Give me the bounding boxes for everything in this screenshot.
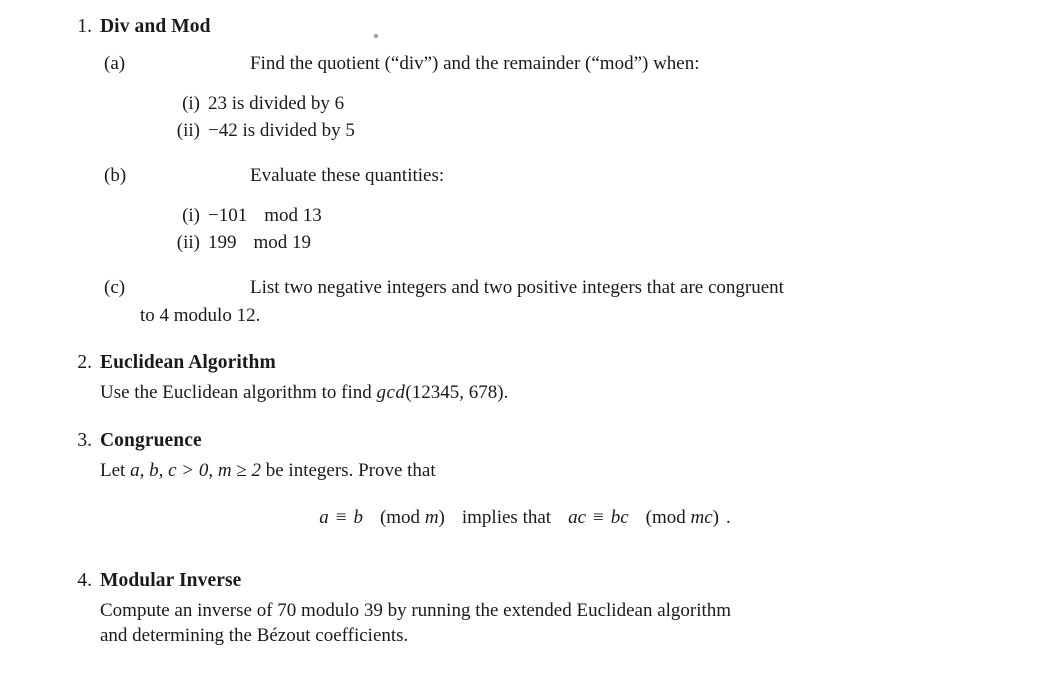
scan-artifact-speck: [374, 34, 378, 38]
problem-3-variables: a, b, c > 0, m ≥ 2: [130, 460, 261, 481]
display-equation: a ≡ b (mod m) implies that ac ≡ bc (mod mc).: [0, 505, 1050, 531]
problem-1-number: 1.: [77, 16, 92, 37]
part-b-text: Evaluate these quantities:: [250, 165, 445, 186]
item-i-value: −101: [208, 205, 248, 226]
item-ii-value: 199: [208, 232, 237, 253]
part-b-label: (b): [104, 165, 127, 186]
problem-4-body-line2: and determining the Bézout coefficients.: [100, 625, 409, 646]
part-a-label: (a): [104, 53, 126, 74]
item-ii-expression: 199 mod 19: [208, 230, 311, 256]
eq-lhs-mod-var: m: [424, 507, 439, 528]
equation-rhs-modulus: (mod mc): [646, 507, 719, 528]
eq-rhs-relation: ≡: [593, 507, 604, 528]
problem-2-body: Use the Euclidean algorithm to find gcd(…: [100, 379, 508, 406]
item-ii-mod-operator: mod: [253, 232, 288, 253]
problem-2-title: Euclidean Algorithm: [100, 352, 276, 373]
eq-lhs-mod-open: (mod: [379, 507, 425, 528]
item-ii-text: −42 is divided by 5: [208, 120, 355, 141]
part-c-label: (c): [104, 277, 126, 298]
problem-4-title: Modular Inverse: [100, 570, 242, 591]
eq-rhs-b: bc: [610, 507, 629, 528]
eq-rhs-mod-var: mc: [690, 507, 713, 528]
part-c-text-line2: to 4 modulo 12.: [140, 305, 261, 326]
document-page: 1. Div and Mod (a) Find the quotient (“d…: [0, 0, 1050, 695]
item-i-label: (i): [182, 93, 200, 114]
item-i-label: (i): [182, 205, 200, 226]
eq-lhs-mod-close: ): [438, 507, 445, 528]
problem-3-body: Let a, b, c > 0, m ≥ 2 be integers. Prov…: [100, 457, 436, 484]
problem-1-title: Div and Mod: [100, 16, 211, 37]
problem-4-number: 4.: [77, 570, 92, 591]
problem-3-title: Congruence: [100, 430, 202, 451]
problem-3-body-suffix: be integers. Prove that: [260, 460, 436, 481]
equation-lhs-modulus: (mod m): [380, 507, 445, 528]
equation-lhs: a ≡ b: [319, 507, 363, 528]
eq-rhs-a: ac: [568, 507, 586, 528]
eq-lhs-a: a: [319, 507, 329, 528]
equation-period: .: [726, 507, 731, 528]
problem-2-body-prefix: Use the Euclidean algorithm to find: [100, 382, 377, 403]
part-c-text: List two negative integers and two posit…: [140, 274, 980, 329]
item-i-mod-operator: mod: [264, 205, 298, 226]
eq-rhs-mod-open: (mod: [645, 507, 691, 528]
part-c-text-line1: List two negative integers and two posit…: [250, 277, 784, 298]
item-ii-modulus: 19: [292, 232, 312, 253]
problem-2-number: 2.: [77, 352, 92, 373]
equation-connector: implies that: [461, 507, 552, 528]
equation-rhs: ac ≡ bc: [568, 507, 629, 528]
eq-rhs-mod-close: ): [712, 507, 719, 528]
item-ii-label: (ii): [176, 120, 200, 141]
eq-lhs-b: b: [353, 507, 363, 528]
item-i-modulus: 13: [302, 205, 322, 226]
item-i-expression: −101 mod 13: [208, 203, 322, 229]
item-i-text: 23 is divided by 6: [208, 93, 345, 114]
problem-3-body-prefix: Let: [100, 460, 131, 481]
part-a-text: Find the quotient (“div”) and the remain…: [250, 53, 700, 74]
problem-4-body-line1: Compute an inverse of 70 modulo 39 by ru…: [100, 600, 732, 621]
gcd-arguments: (12345, 678).: [405, 382, 509, 403]
gcd-function-name: gcd: [376, 382, 406, 403]
eq-lhs-relation: ≡: [335, 507, 347, 528]
item-ii-label: (ii): [176, 232, 200, 253]
problem-3-number: 3.: [77, 430, 92, 451]
